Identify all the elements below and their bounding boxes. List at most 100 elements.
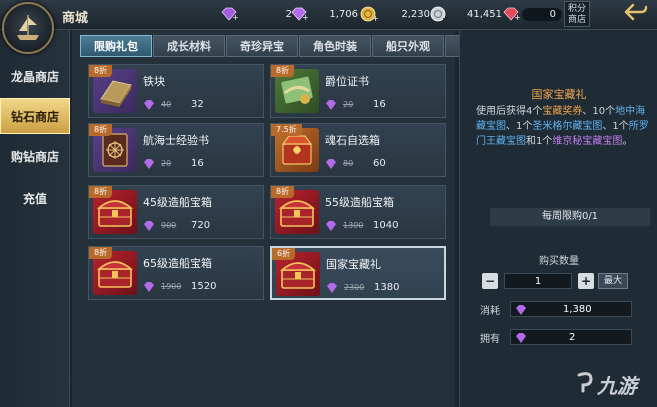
purple-gem-icon — [515, 328, 527, 347]
tab-limited-packs[interactable]: 限购礼包 — [80, 35, 152, 57]
product-card[interactable]: 8折 航海士经验书 20 16 — [88, 123, 264, 177]
product-price: 80 60 — [325, 154, 386, 173]
currency-value: 1,706 — [329, 8, 358, 20]
cost-box: 1,380 — [510, 301, 632, 317]
weekly-limit: 每周限购0/1 — [490, 208, 650, 226]
watermark: 九游 — [575, 370, 637, 399]
watermark-logo-icon — [575, 371, 597, 398]
product-name: 45级造船宝箱 — [143, 196, 212, 209]
currency-purple-gem-plus[interactable]: + 2 — [218, 5, 292, 23]
increase-button[interactable]: + — [578, 273, 594, 289]
discount-badge: 8折 — [271, 65, 295, 77]
purple-gem-icon — [143, 154, 155, 173]
sale-price: 60 — [373, 158, 386, 169]
owned-box: 2 — [510, 329, 632, 345]
silver-coin-plus-icon: + — [428, 5, 450, 23]
owned-value: 2 — [569, 331, 576, 343]
product-card-selected[interactable]: 6折 国家宝藏礼 2300 1380 — [270, 246, 446, 300]
desc-text: 和1个 — [526, 136, 553, 147]
svg-text:+: + — [302, 13, 308, 21]
sidebar: 龙晶商店 钻石商店 购钻商店 充值 — [0, 30, 70, 407]
currency-value: 0 — [522, 7, 562, 21]
original-price: 1900 — [161, 282, 182, 291]
max-button[interactable]: 最大 — [598, 273, 628, 289]
desc-text: 、1个 — [506, 121, 533, 132]
product-price: 1900 1520 — [143, 277, 216, 296]
original-price: 1300 — [343, 221, 364, 230]
original-price: 20 — [343, 100, 354, 109]
product-card[interactable]: 8折 55级造船宝箱 1300 1040 — [270, 185, 446, 239]
currency-purple-gem[interactable]: + 1,706 — [288, 5, 358, 23]
ship-emblem-icon — [2, 2, 54, 54]
product-panel: 限购礼包 成长材料 奇珍异宝 角色时装 船只外观 个性化 8折 铁块 40 32… — [72, 30, 507, 407]
purple-gem-icon — [143, 277, 155, 296]
currency-gold-coin[interactable]: + 2,230 — [358, 5, 430, 23]
gold-coin-plus-icon: + — [358, 5, 380, 23]
sidebar-item-buy-diamond-shop[interactable]: 购钻商店 — [0, 138, 70, 174]
purple-gem-icon — [326, 278, 338, 297]
product-price: 20 16 — [143, 154, 204, 173]
sale-price: 1520 — [191, 281, 217, 292]
product-price: 20 16 — [325, 95, 386, 114]
owned-label: 拥有 — [480, 333, 500, 345]
purple-gem-plus-icon: + — [218, 5, 240, 23]
category-tabs: 限购礼包 成长材料 奇珍异宝 角色时装 船只外观 个性化 — [80, 35, 508, 57]
product-name: 航海士经验书 — [143, 134, 209, 147]
desc-text: 、10个 — [582, 106, 616, 117]
product-name: 魂石自选箱 — [325, 134, 380, 147]
sidebar-item-diamond-shop[interactable]: 钻石商店 — [0, 98, 70, 134]
discount-badge: 7.5折 — [271, 124, 302, 136]
currency-red-gem[interactable]: + 0 — [500, 5, 562, 23]
detail-title: 国家宝藏礼 — [531, 88, 587, 101]
currency-value: 2 — [285, 8, 292, 20]
owned-row: 拥有 2 — [480, 328, 650, 346]
cost-row: 消耗 1,380 — [480, 300, 650, 318]
decrease-button[interactable]: − — [482, 273, 498, 289]
product-card[interactable]: 8折 铁块 40 32 — [88, 64, 264, 118]
svg-text:+: + — [514, 13, 520, 21]
desc-highlight: 宝藏奖券 — [542, 106, 583, 117]
sidebar-item-dragon-crystal-shop[interactable]: 龙晶商店 — [0, 58, 70, 94]
purple-gem-icon — [515, 300, 527, 319]
tab-growth-materials[interactable]: 成长材料 — [153, 35, 225, 57]
original-price: 80 — [343, 159, 354, 168]
points-shop-button[interactable]: 积分商店 — [564, 1, 590, 27]
product-name: 国家宝藏礼 — [326, 258, 381, 271]
top-bar: 商城 + 2 + 1,706 + 2,230 + 41,451 + 0 积分商店 — [0, 0, 657, 30]
product-price: 40 32 — [143, 95, 204, 114]
desc-text: 。 — [622, 136, 633, 147]
svg-text:+: + — [442, 14, 448, 22]
product-price: 1300 1040 — [325, 216, 398, 235]
purple-gem-icon — [325, 154, 337, 173]
discount-badge: 8折 — [89, 65, 113, 77]
discount-badge: 8折 — [89, 247, 113, 259]
product-card[interactable]: 7.5折 魂石自选箱 80 60 — [270, 123, 446, 177]
quantity-stepper: − 1 + 最大 — [482, 272, 628, 290]
sidebar-item-recharge[interactable]: 充值 — [0, 180, 70, 216]
page-title: 商城 — [62, 11, 89, 26]
watermark-text: 九游 — [597, 374, 637, 398]
desc-text: 、1个 — [602, 121, 629, 132]
discount-badge: 8折 — [271, 186, 295, 198]
svg-text:+: + — [232, 13, 238, 21]
product-card[interactable]: 8折 爵位证书 20 16 — [270, 64, 446, 118]
discount-badge: 8折 — [89, 186, 113, 198]
tab-costumes[interactable]: 角色时装 — [299, 35, 371, 57]
cost-value: 1,380 — [563, 303, 592, 315]
product-card[interactable]: 8折 65级造船宝箱 1900 1520 — [88, 246, 264, 300]
desc-highlight: 圣米格尔藏宝图 — [532, 121, 603, 132]
purple-gem-icon — [325, 95, 337, 114]
svg-text:+: + — [372, 14, 378, 22]
sale-price: 720 — [191, 220, 211, 231]
buy-quantity-label: 购买数量 — [539, 256, 579, 267]
product-card[interactable]: 8折 45级造船宝箱 900 720 — [88, 185, 264, 239]
currency-silver-coin[interactable]: + 41,451 — [428, 5, 502, 23]
product-name: 55级造船宝箱 — [325, 196, 394, 209]
desc-text: 使用后获得4个 — [476, 106, 543, 117]
tab-ship-skins[interactable]: 船只外观 — [372, 35, 444, 57]
back-button[interactable] — [618, 2, 654, 26]
tab-rare-treasures[interactable]: 奇珍异宝 — [226, 35, 298, 57]
quantity-input[interactable]: 1 — [504, 273, 572, 289]
original-price: 2300 — [344, 283, 365, 292]
currency-value: 2,230 — [401, 8, 430, 20]
